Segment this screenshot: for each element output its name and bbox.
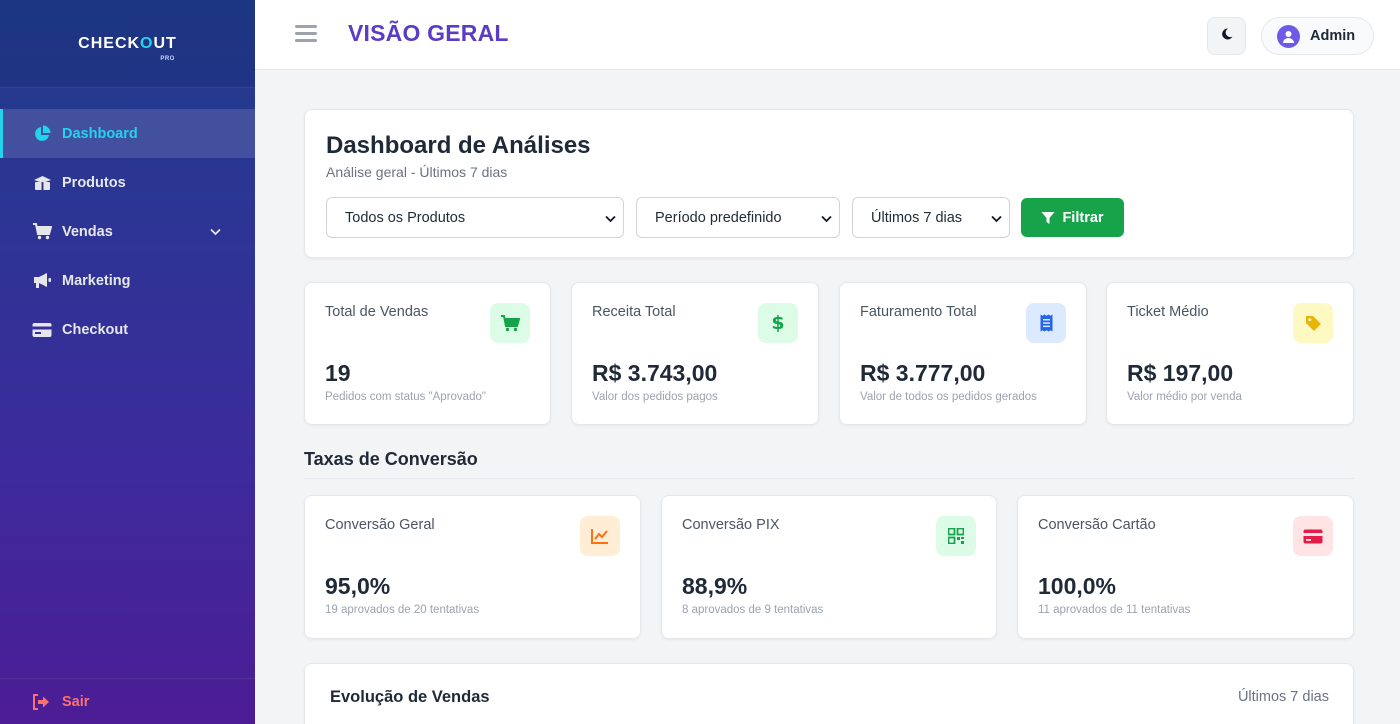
moon-icon [1221, 27, 1233, 45]
stat-label: Ticket Médio [1127, 304, 1209, 320]
period-type-select[interactable]: Período predefinido [636, 197, 840, 238]
sidebar-item-label: Produtos [62, 174, 126, 191]
logo[interactable]: CHECKOUT PRO [78, 35, 177, 62]
filter-icon [1041, 211, 1055, 224]
conversion-description: 8 aprovados de 9 tentativas [682, 604, 824, 616]
conversion-label: Conversão PIX [682, 517, 780, 533]
stat-value: R$ 3.743,00 [592, 360, 718, 386]
sidebar-item-marketing[interactable]: Marketing [0, 256, 255, 305]
stat-card-receita-total: Receita Total $ R$ 3.743,00 Valor dos pe… [571, 282, 819, 425]
hamburger-menu-icon[interactable] [295, 25, 317, 43]
chevron-down-icon [991, 211, 1002, 227]
stat-label: Total de Vendas [325, 304, 429, 320]
conversion-card-pix: Conversão PIX 88,9% 8 aprovados de 9 ten… [661, 495, 997, 639]
conversion-card-cartao: Conversão Cartão 100,0% 11 aprovados de … [1017, 495, 1354, 639]
sidebar-item-checkout[interactable]: Checkout [0, 305, 255, 354]
page-title: VISÃO GERAL [348, 20, 509, 46]
theme-toggle-button[interactable] [1207, 17, 1246, 55]
topbar: VISÃO GERAL Admin [255, 0, 1400, 70]
period-select[interactable]: Últimos 7 dias [852, 197, 1010, 238]
stat-description: Valor médio por venda [1127, 391, 1242, 403]
dashboard-subtitle: Análise geral - Últimos 7 dias [326, 164, 508, 180]
logout-label: Sair [62, 693, 90, 710]
sidebar-item-label: Dashboard [62, 125, 138, 142]
conversion-value: 88,9% [682, 573, 748, 599]
sidebar-nav: Dashboard Produtos Vendas Marketing Chec… [0, 109, 255, 354]
avatar-icon [1277, 24, 1300, 48]
dollar-icon: $ [758, 303, 798, 343]
stat-card-total-vendas: Total de Vendas 19 Pedidos com status "A… [304, 282, 551, 425]
filter-button[interactable]: Filtrar [1021, 198, 1124, 237]
line-chart-icon [580, 516, 620, 556]
stat-description: Valor dos pedidos pagos [592, 391, 718, 403]
chevron-down-icon[interactable] [210, 224, 221, 240]
stat-description: Pedidos com status "Aprovado" [325, 391, 486, 403]
product-select[interactable]: Todos os Produtos [326, 197, 624, 238]
section-divider [304, 478, 1354, 479]
credit-card-icon [32, 320, 52, 340]
stat-description: Valor de todos os pedidos gerados [860, 391, 1037, 403]
megaphone-icon [32, 271, 52, 291]
sales-evolution-card: Evolução de Vendas Últimos 7 dias [304, 663, 1354, 724]
conversion-value: 100,0% [1038, 573, 1117, 599]
conversion-description: 19 aprovados de 20 tentativas [325, 604, 480, 616]
sales-evolution-title: Evolução de Vendas [330, 688, 490, 706]
dashboard-title: Dashboard de Análises [326, 132, 591, 159]
sidebar-item-vendas[interactable]: Vendas [0, 207, 255, 256]
chevron-down-icon [605, 211, 616, 227]
conversion-value: 95,0% [325, 573, 391, 599]
sidebar-item-dashboard[interactable]: Dashboard [0, 109, 255, 158]
sidebar-item-label: Vendas [62, 223, 113, 240]
conversion-label: Conversão Geral [325, 517, 435, 533]
sidebar-item-produtos[interactable]: Produtos [0, 158, 255, 207]
boxes-icon [32, 173, 52, 193]
user-menu-button[interactable]: Admin [1261, 17, 1374, 55]
stat-label: Faturamento Total [860, 304, 977, 320]
chevron-down-icon [821, 211, 832, 227]
sales-evolution-period: Últimos 7 dias [1237, 689, 1329, 705]
logout-icon [32, 693, 52, 710]
tag-icon [1293, 303, 1333, 343]
logout-button[interactable]: Sair [0, 678, 255, 724]
conversion-label: Conversão Cartão [1038, 517, 1156, 533]
stat-card-ticket-medio: Ticket Médio R$ 197,00 Valor médio por v… [1106, 282, 1354, 425]
conversion-description: 11 aprovados de 11 tentativas [1038, 604, 1191, 616]
stat-value: R$ 197,00 [1127, 360, 1234, 386]
pie-chart-icon [32, 124, 52, 144]
receipt-icon [1026, 303, 1066, 343]
sidebar-item-label: Marketing [62, 272, 131, 289]
sidebar-item-label: Checkout [62, 321, 129, 338]
conversion-section-title: Taxas de Conversão [304, 449, 478, 469]
stat-value: R$ 3.777,00 [860, 360, 986, 386]
logo-area: CHECKOUT PRO [0, 0, 255, 88]
stat-value: 19 [325, 360, 351, 386]
qrcode-icon [936, 516, 976, 556]
cart-icon [490, 303, 530, 343]
stat-label: Receita Total [592, 304, 676, 320]
stat-card-faturamento-total: Faturamento Total R$ 3.777,00 Valor de t… [839, 282, 1087, 425]
conversion-card-geral: Conversão Geral 95,0% 19 aprovados de 20… [304, 495, 641, 639]
cart-icon [32, 222, 52, 242]
filters-card: Dashboard de Análises Análise geral - Úl… [304, 109, 1354, 258]
sidebar: CHECKOUT PRO Dashboard Produtos Vendas M… [0, 0, 255, 724]
credit-card-icon [1293, 516, 1333, 556]
user-name: Admin [1310, 28, 1356, 44]
